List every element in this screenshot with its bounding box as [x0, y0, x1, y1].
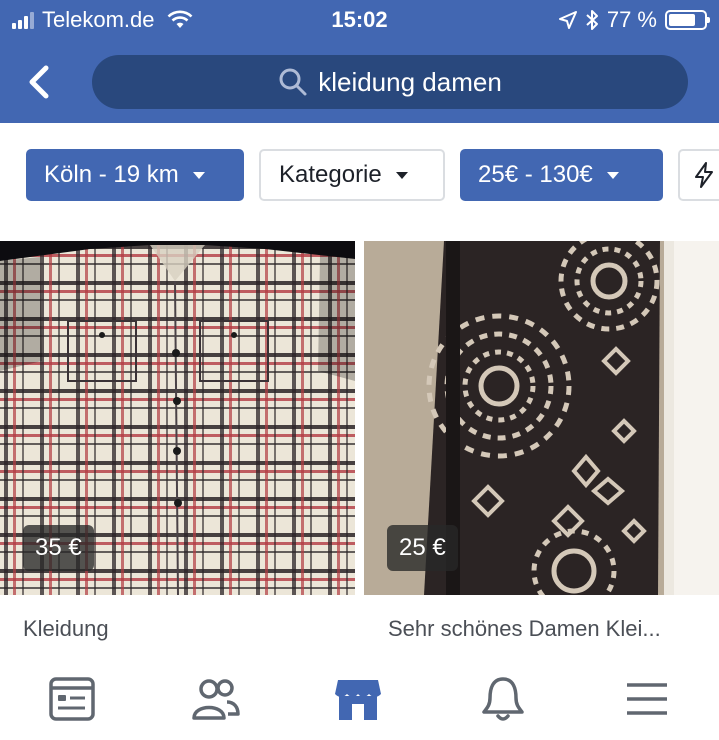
chevron-down-icon: [395, 171, 408, 179]
filter-price[interactable]: 25€ - 130€: [460, 149, 663, 201]
bluetooth-icon: [586, 10, 598, 30]
search-input[interactable]: kleidung damen: [92, 55, 688, 109]
chevron-down-icon: [192, 171, 205, 179]
bottom-tab-bar: [0, 660, 719, 740]
filter-location[interactable]: Köln - 19 km: [26, 149, 244, 201]
price-badge: 25 €: [387, 525, 458, 571]
battery-percent: 77 %: [606, 7, 657, 32]
chevron-down-icon: [606, 171, 619, 179]
listing-title[interactable]: Kleidung: [23, 616, 109, 642]
search-icon: [279, 68, 307, 96]
marketplace-icon[interactable]: [333, 674, 383, 724]
filter-price-label: 25€ - 130€: [478, 161, 593, 188]
top-header: Telekom.de 15:02 77 % kleidung damen: [0, 0, 719, 123]
news-feed-icon[interactable]: [47, 674, 97, 724]
lightning-icon: [695, 162, 713, 188]
menu-icon[interactable]: [622, 674, 672, 724]
location-arrow-icon: [558, 11, 577, 29]
filter-category[interactable]: Kategorie: [259, 149, 445, 201]
filter-location-label: Köln - 19 km: [44, 161, 179, 188]
battery-icon: [665, 10, 710, 30]
filter-more[interactable]: [678, 149, 719, 201]
listing-card[interactable]: 25 €: [364, 241, 719, 595]
listing-title[interactable]: Sehr schönes Damen Klei...: [388, 616, 661, 642]
friends-icon[interactable]: [190, 674, 240, 724]
price-badge: 35 €: [23, 525, 94, 571]
listing-card[interactable]: 35 €: [0, 241, 355, 595]
filter-category-label: Kategorie: [279, 161, 382, 188]
filter-bar: Köln - 19 km Kategorie 25€ - 130€: [0, 148, 719, 204]
notifications-icon[interactable]: [478, 674, 528, 724]
search-query: kleidung damen: [318, 66, 502, 97]
back-arrow-icon[interactable]: [22, 62, 58, 102]
status-bar: Telekom.de 15:02 77 %: [0, 0, 719, 40]
